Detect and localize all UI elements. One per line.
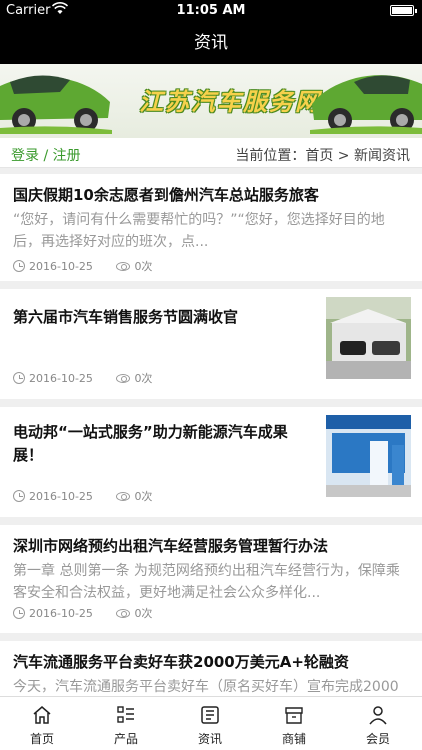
- news-title: 深圳市网络预约出租汽车经营服务管理暂行办法: [13, 537, 329, 555]
- tab-news[interactable]: 资讯: [168, 697, 252, 750]
- news-meta: 2016-10-25 0次: [13, 370, 152, 386]
- tab-label: 产品: [113, 732, 138, 746]
- news-meta: 2016-10-25 0次: [13, 605, 152, 621]
- news-item[interactable]: 第六届市汽车销售服务节圆满收官 2016-10-25 0次: [0, 289, 422, 399]
- tab-label: 首页: [29, 732, 54, 746]
- clock-icon: [13, 372, 25, 384]
- clock-icon: [13, 490, 25, 502]
- eye-icon: [116, 492, 131, 501]
- page-title: 资讯: [194, 33, 228, 53]
- news-thumbnail: [326, 415, 411, 497]
- news-views: 0次: [134, 607, 153, 620]
- news-views: 0次: [134, 490, 153, 503]
- news-item[interactable]: 汽车流通服务平台卖好车获2000万美元A+轮融资 今天，汽车流通服务平台卖好车（…: [0, 641, 422, 696]
- news-title: 第六届市汽车销售服务节圆满收官: [13, 308, 239, 326]
- news-date: 2016-10-25: [29, 490, 93, 503]
- tab-products[interactable]: 产品: [84, 697, 168, 750]
- news-list: 国庆假期10余志愿者到儋州汽车总站服务旅客 “您好，请问有什么需要帮忙的吗？”“…: [0, 168, 422, 696]
- news-title: 电动邦“一站式服务”助力新能源汽车成果展！: [13, 423, 288, 464]
- breadcrumb: 当前位置：首页 > 新闻资讯: [235, 148, 410, 164]
- news-meta: 2016-10-25 0次: [13, 258, 152, 274]
- eye-icon: [116, 374, 131, 383]
- banner[interactable]: 江苏汽车服务网: [0, 64, 422, 138]
- login-register-link[interactable]: 登录 / 注册: [11, 145, 81, 165]
- battery-icon: [390, 5, 417, 16]
- tab-label: 会员: [365, 732, 390, 746]
- grass-car-left-image: [0, 75, 112, 134]
- news-icon: [201, 706, 219, 724]
- tab-home[interactable]: 首页: [0, 697, 84, 750]
- clock-icon: [13, 607, 25, 619]
- tab-member[interactable]: 会员: [336, 697, 420, 750]
- grass-car-right-image: [310, 75, 422, 134]
- news-title: 国庆假期10余志愿者到儋州汽车总站服务旅客: [13, 186, 319, 204]
- news-views: 0次: [134, 260, 153, 273]
- news-date: 2016-10-25: [29, 607, 93, 620]
- tab-label: 商铺: [281, 732, 306, 746]
- news-thumbnail: [326, 297, 411, 379]
- clock-icon: [13, 260, 25, 272]
- user-icon: [369, 706, 387, 725]
- news-item[interactable]: 深圳市网络预约出租汽车经营服务管理暂行办法 第一章 总则第一条 为规范网络预约出…: [0, 525, 422, 633]
- tab-label: 资讯: [197, 732, 222, 746]
- location-bar: 登录 / 注册 当前位置：首页 > 新闻资讯: [0, 138, 422, 168]
- status-time: 11:05 AM: [176, 3, 246, 18]
- news-item[interactable]: 国庆假期10余志愿者到儋州汽车总站服务旅客 “您好，请问有什么需要帮忙的吗？”“…: [0, 174, 422, 281]
- status-bar: Carrier 11:05 AM: [0, 0, 422, 22]
- list-icon: [117, 706, 134, 723]
- tab-bar: 首页 产品 资讯 商铺 会员: [0, 696, 422, 750]
- eye-icon: [116, 262, 131, 271]
- nav-bar: 资讯: [0, 22, 422, 64]
- store-icon: [285, 707, 303, 724]
- tab-store[interactable]: 商铺: [252, 697, 336, 750]
- home-icon: [33, 706, 51, 724]
- news-meta: 2016-10-25 0次: [13, 488, 152, 504]
- news-summary: 第一章 总则第一条 为规范网络预约出租汽车经营行为，保障乘客安全和合法权益，更好…: [13, 563, 400, 601]
- news-title: 汽车流通服务平台卖好车获2000万美元A+轮融资: [13, 653, 349, 671]
- eye-icon: [116, 609, 131, 618]
- news-summary: 今天，汽车流通服务平台卖好车（原名买好车）宣布完成2000: [13, 679, 399, 695]
- news-date: 2016-10-25: [29, 372, 93, 385]
- news-item[interactable]: 电动邦“一站式服务”助力新能源汽车成果展！ 2016-10-25 0次: [0, 407, 422, 517]
- news-date: 2016-10-25: [29, 260, 93, 273]
- news-summary: “您好，请问有什么需要帮忙的吗？”“您好，您选择好目的地后，再选择好对应的班次，…: [13, 212, 385, 250]
- news-views: 0次: [134, 372, 153, 385]
